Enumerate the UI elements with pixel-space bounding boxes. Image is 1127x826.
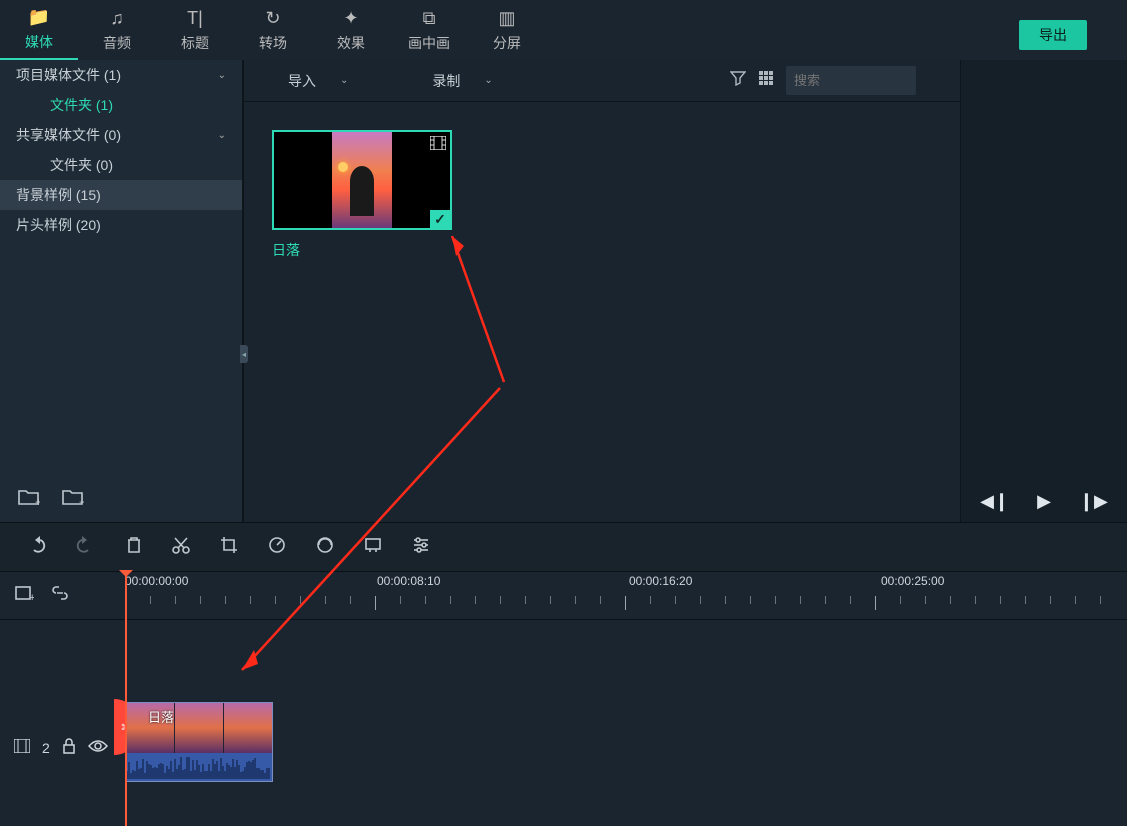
preview-panel: ◀❙ ▶ ❙▶ <box>961 60 1127 522</box>
preview-controls: ◀❙ ▶ ❙▶ <box>961 491 1127 512</box>
clip-audio-strip <box>126 753 272 781</box>
timeline-clip-title: 日落 <box>148 707 174 726</box>
speed-button[interactable] <box>268 536 286 559</box>
tab-pip[interactable]: ⧉ 画中画 <box>390 0 468 60</box>
tab-transition[interactable]: ↻ 转场 <box>234 0 312 60</box>
tab-label: 音频 <box>103 33 131 53</box>
ruler-time-label: 00:00:08:10 <box>377 574 440 588</box>
timeline-tracks[interactable]: ✂ 日落 <box>125 620 1127 826</box>
settings-button[interactable] <box>412 536 430 559</box>
tab-label: 标题 <box>181 33 209 53</box>
sidebar-label: 背景样例 (15) <box>16 185 101 205</box>
chevron-down-icon: ⌄ <box>484 75 492 86</box>
export-button[interactable]: 导出 <box>1019 20 1087 50</box>
tab-split[interactable]: ▥ 分屏 <box>468 0 546 60</box>
sidebar-item-background-samples[interactable]: 背景样例 (15) <box>0 180 242 210</box>
filter-icon[interactable] <box>730 70 746 91</box>
green-screen-button[interactable] <box>364 536 382 559</box>
check-icon: ✓ <box>430 210 450 228</box>
redo-button[interactable] <box>76 536 96 559</box>
svg-text:−: − <box>79 495 84 506</box>
sidebar-label: 片头样例 (20) <box>16 215 101 235</box>
thumbnail-image <box>332 132 392 228</box>
chevron-down-icon: ⌄ <box>218 70 226 81</box>
music-icon: ♫ <box>110 8 124 29</box>
add-marker-button[interactable]: + <box>14 585 34 606</box>
media-clip[interactable]: ✓ 日落 <box>272 130 452 260</box>
grid-view-icon[interactable] <box>758 70 774 91</box>
tab-label: 分屏 <box>493 33 521 53</box>
tab-label: 媒体 <box>25 32 53 52</box>
cut-button[interactable] <box>172 536 190 559</box>
timeline-toolbar <box>0 522 1127 572</box>
new-folder-icon[interactable]: + <box>18 488 40 512</box>
crop-button[interactable] <box>220 536 238 559</box>
sidebar-item-folder-1[interactable]: 文件夹 (1) <box>0 90 242 120</box>
undo-button[interactable] <box>26 536 46 559</box>
tab-effect[interactable]: ✦ 效果 <box>312 0 390 60</box>
clip-video-strip: 日落 <box>126 703 272 753</box>
delete-folder-icon[interactable]: − <box>62 488 84 512</box>
tab-label: 画中画 <box>408 33 450 53</box>
timeline-ruler-row: + 00:00:00:0000:00:08:1000:00:16:2000:00… <box>0 572 1127 620</box>
tab-audio[interactable]: ♫ 音频 <box>78 0 156 60</box>
ruler-time-label: 00:00:25:00 <box>881 574 944 588</box>
clip-thumbnail[interactable]: ✓ <box>272 130 452 230</box>
prev-frame-button[interactable]: ◀❙ <box>980 491 1009 512</box>
timeline-ruler[interactable]: 00:00:00:00 00:00:08:10 00:00:16:20 00:00:2… <box>125 572 1127 619</box>
playhead[interactable] <box>125 572 127 826</box>
next-frame-button[interactable]: ❙▶ <box>1079 491 1108 512</box>
import-dropdown[interactable]: 导入 ⌄ <box>288 71 348 91</box>
lock-icon[interactable] <box>62 738 76 757</box>
film-icon <box>430 136 446 153</box>
media-grid: ✓ 日落 <box>244 102 960 522</box>
svg-text:+: + <box>35 495 40 506</box>
svg-text:+: + <box>29 592 34 601</box>
eye-icon[interactable] <box>88 739 108 756</box>
ruler-time-label: 00:00:00:00 <box>125 574 188 588</box>
sidebar-item-intro-samples[interactable]: 片头样例 (20) <box>0 210 242 240</box>
clip-name: 日落 <box>272 240 452 260</box>
sidebar-label: 文件夹 (0) <box>50 155 113 175</box>
sidebar-label: 共享媒体文件 (0) <box>16 125 121 145</box>
track-header: 2 <box>0 620 125 826</box>
play-button[interactable]: ▶ <box>1037 491 1051 512</box>
ruler-time-label: 00:00:16:20 <box>629 574 692 588</box>
track-number: 2 <box>42 740 50 756</box>
top-tab-bar: 📁 媒体 ♫ 音频 T| 标题 ↻ 转场 ✦ 效果 ⧉ 画中画 ▥ 分屏 导出 <box>0 0 1127 60</box>
text-icon: T| <box>187 8 203 29</box>
record-dropdown[interactable]: 录制 ⌄ <box>432 71 492 91</box>
tab-label: 转场 <box>259 33 287 53</box>
sidebar-item-folder-0[interactable]: 文件夹 (0) <box>0 150 242 180</box>
sidebar-label: 文件夹 (1) <box>50 95 113 115</box>
media-toolbar: 导入 ⌄ 录制 ⌄ <box>244 60 960 102</box>
folder-icon: 📁 <box>28 7 50 28</box>
film-icon <box>14 739 30 756</box>
tab-title[interactable]: T| 标题 <box>156 0 234 60</box>
search-input[interactable] <box>794 73 970 88</box>
timeline-clip[interactable]: ✂ 日落 <box>125 702 273 782</box>
chevron-down-icon: ⌄ <box>340 75 348 86</box>
import-label: 导入 <box>288 71 316 91</box>
color-button[interactable] <box>316 536 334 559</box>
sparkle-icon: ✦ <box>343 8 358 29</box>
link-button[interactable] <box>50 585 70 606</box>
sidebar-item-project-media[interactable]: 项目媒体文件 (1) ⌄ <box>0 60 242 90</box>
sidebar-item-shared-media[interactable]: 共享媒体文件 (0) ⌄ <box>0 120 242 150</box>
search-box[interactable] <box>786 66 916 95</box>
sidebar-label: 项目媒体文件 (1) <box>16 65 121 85</box>
chevron-down-icon: ⌄ <box>218 130 226 141</box>
media-sidebar: 项目媒体文件 (1) ⌄ 文件夹 (1) 共享媒体文件 (0) ⌄ 文件夹 (0… <box>0 60 243 522</box>
timeline-body: 2 ✂ 日落 <box>0 620 1127 826</box>
record-label: 录制 <box>432 71 460 91</box>
media-panel: 导入 ⌄ 录制 ⌄ <box>243 60 961 522</box>
delete-button[interactable] <box>126 536 142 559</box>
split-icon: ▥ <box>498 8 515 29</box>
tab-media[interactable]: 📁 媒体 <box>0 0 78 60</box>
tab-label: 效果 <box>337 33 365 53</box>
transition-icon: ↻ <box>265 8 280 29</box>
pip-icon: ⧉ <box>423 8 436 29</box>
